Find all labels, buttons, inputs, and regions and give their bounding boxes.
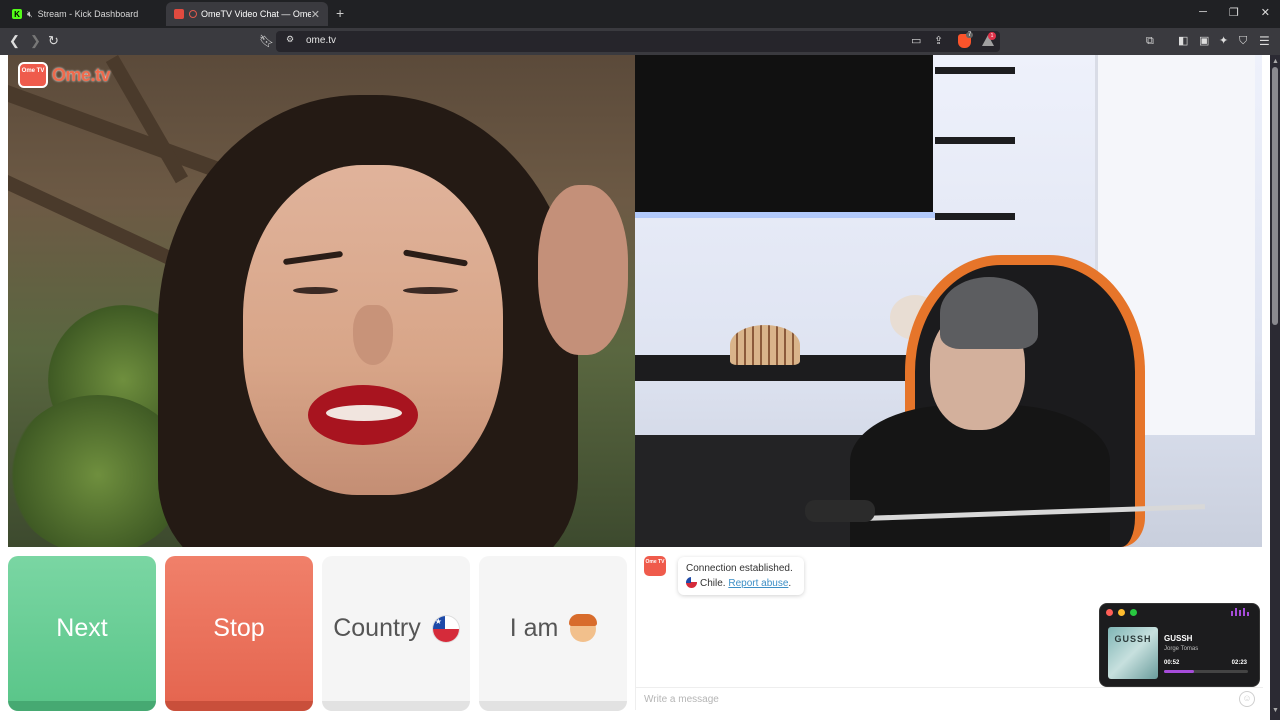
message-input[interactable]: Write a message ☺ xyxy=(636,687,1263,710)
music-player-widget[interactable]: GUSSH GUSSH Jorge Tomas 00:52 02:23 xyxy=(1099,603,1260,687)
cap xyxy=(730,325,800,365)
led-glow xyxy=(635,212,935,218)
close-tab-icon[interactable]: ✕ xyxy=(311,8,320,21)
wall-shelf xyxy=(935,67,1015,74)
new-tab-button[interactable]: + xyxy=(336,5,344,21)
report-abuse-link[interactable]: Report abuse xyxy=(728,578,788,589)
scroll-down-icon[interactable]: ▼ xyxy=(1272,707,1279,714)
window-controls: ─ ❐ ✕ xyxy=(1199,6,1270,19)
iam-label: I am xyxy=(509,614,559,642)
navigation-bar: ❮ ❯ ↻ 🔖︎ ⚙ ome.tv ▭ ⇪ 7 1 ⧉ ◧ ▣ ✦ ⛉ ☰ xyxy=(0,28,1280,55)
next-button[interactable]: Next xyxy=(8,556,156,711)
window-dots xyxy=(1106,609,1137,616)
country-line: Chile. Report abuse. xyxy=(686,576,796,591)
page-scrollbar[interactable]: ▲ ▼ xyxy=(1270,55,1280,720)
ceiling-beam xyxy=(105,55,188,184)
next-label: Next xyxy=(56,614,108,642)
menu-icon[interactable]: ☰ xyxy=(1259,33,1270,49)
maximize-dot-icon[interactable] xyxy=(1130,609,1137,616)
wall-shelf xyxy=(935,213,1015,220)
url-text[interactable]: ome.tv xyxy=(306,35,336,46)
self-video xyxy=(635,55,1262,547)
minimize-dot-icon[interactable] xyxy=(1118,609,1125,616)
ometv-favicon-icon xyxy=(174,9,184,19)
wall-shelf xyxy=(935,137,1015,144)
tab-title: OmeTV Video Chat — Omegl xyxy=(201,9,311,19)
progress-fill xyxy=(1164,670,1195,673)
logo-text: Ome.tv xyxy=(52,64,111,85)
back-icon[interactable]: ❮ xyxy=(9,33,20,49)
microphone xyxy=(805,500,875,522)
artist-name: Jorge Tomas xyxy=(1164,646,1199,652)
share-icon[interactable]: ⇪ xyxy=(934,34,943,47)
song-title: GUSSH xyxy=(1164,634,1193,643)
vpn-icon[interactable]: ⛉ xyxy=(1239,33,1247,49)
tab-kick-dashboard[interactable]: K 🔇︎ Stream - Kick Dashboard xyxy=(4,2,162,26)
nose xyxy=(353,305,393,365)
leo-ai-icon[interactable]: ✦ xyxy=(1219,33,1228,49)
country-label: Country xyxy=(333,614,421,642)
television xyxy=(635,55,933,212)
chile-flag-icon: ★ xyxy=(432,615,459,642)
recording-indicator-icon xyxy=(189,10,197,18)
ometv-logo[interactable]: Ome TV Ome.tv xyxy=(18,62,111,88)
teeth xyxy=(326,405,402,421)
scroll-up-icon[interactable]: ▲ xyxy=(1272,58,1279,65)
restore-icon[interactable]: ❐ xyxy=(1229,6,1239,19)
equalizer-icon xyxy=(1231,608,1249,616)
minimize-icon[interactable]: ─ xyxy=(1199,6,1207,19)
boy-emoji-icon xyxy=(569,613,598,642)
site-settings-icon[interactable]: ⚙ xyxy=(286,34,294,45)
progress-bar[interactable] xyxy=(1164,670,1248,673)
ceiling-beam xyxy=(8,175,190,273)
forward-icon[interactable]: ❯ xyxy=(30,33,41,49)
current-time: 00:52 xyxy=(1164,660,1180,666)
reload-icon[interactable]: ↻ xyxy=(48,33,59,49)
bookmark-icon[interactable]: 🔖︎ xyxy=(259,33,274,49)
kick-logo-icon: K xyxy=(12,9,22,19)
sidebar-icon[interactable]: ◧ xyxy=(1178,33,1188,49)
ometv-logo-icon: Ome TV xyxy=(644,556,666,576)
address-bar[interactable]: ⚙ ome.tv ▭ ⇪ 7 1 xyxy=(276,31,1000,52)
emoji-icon[interactable]: ☺ xyxy=(1239,691,1255,707)
wallet-icon[interactable]: ▣ xyxy=(1199,33,1209,49)
tab-title: Stream - Kick Dashboard xyxy=(37,9,139,19)
stranger-video xyxy=(8,55,635,547)
tab-bar: K 🔇︎ Stream - Kick Dashboard OmeTV Video… xyxy=(0,0,1280,28)
shields-count-badge: 7 xyxy=(966,32,974,38)
country-button[interactable]: Country ★ xyxy=(322,556,470,711)
eye xyxy=(293,287,338,294)
close-window-icon[interactable]: ✕ xyxy=(1261,6,1270,19)
beanie xyxy=(940,277,1038,349)
tab-ometv[interactable]: OmeTV Video Chat — Omegl ✕ xyxy=(166,2,328,26)
connection-status: Connection established. xyxy=(686,563,793,574)
report-suffix: . xyxy=(788,578,792,589)
ometv-logo-icon: Ome TV xyxy=(18,62,48,88)
country-name: Chile. xyxy=(700,578,726,589)
system-message: Connection established. Chile. Report ab… xyxy=(678,557,804,595)
message-placeholder: Write a message xyxy=(644,694,719,705)
screenshot-icon[interactable]: ⧉ xyxy=(1146,33,1154,49)
hand xyxy=(538,185,628,355)
stop-label: Stop xyxy=(213,614,265,642)
total-time: 02:23 xyxy=(1231,660,1247,666)
muted-speaker-icon[interactable]: 🔇︎ xyxy=(27,9,33,20)
chile-flag-icon xyxy=(686,577,697,588)
stop-button[interactable]: Stop xyxy=(165,556,313,711)
album-cover: GUSSH xyxy=(1108,627,1158,679)
cover-text: GUSSH xyxy=(1114,634,1152,644)
rewards-count-badge: 1 xyxy=(988,32,996,40)
scroll-thumb[interactable] xyxy=(1272,67,1278,325)
cast-icon[interactable]: ▭ xyxy=(911,34,921,47)
eye xyxy=(403,287,458,294)
close-dot-icon[interactable] xyxy=(1106,609,1113,616)
gender-button[interactable]: I am xyxy=(479,556,627,711)
